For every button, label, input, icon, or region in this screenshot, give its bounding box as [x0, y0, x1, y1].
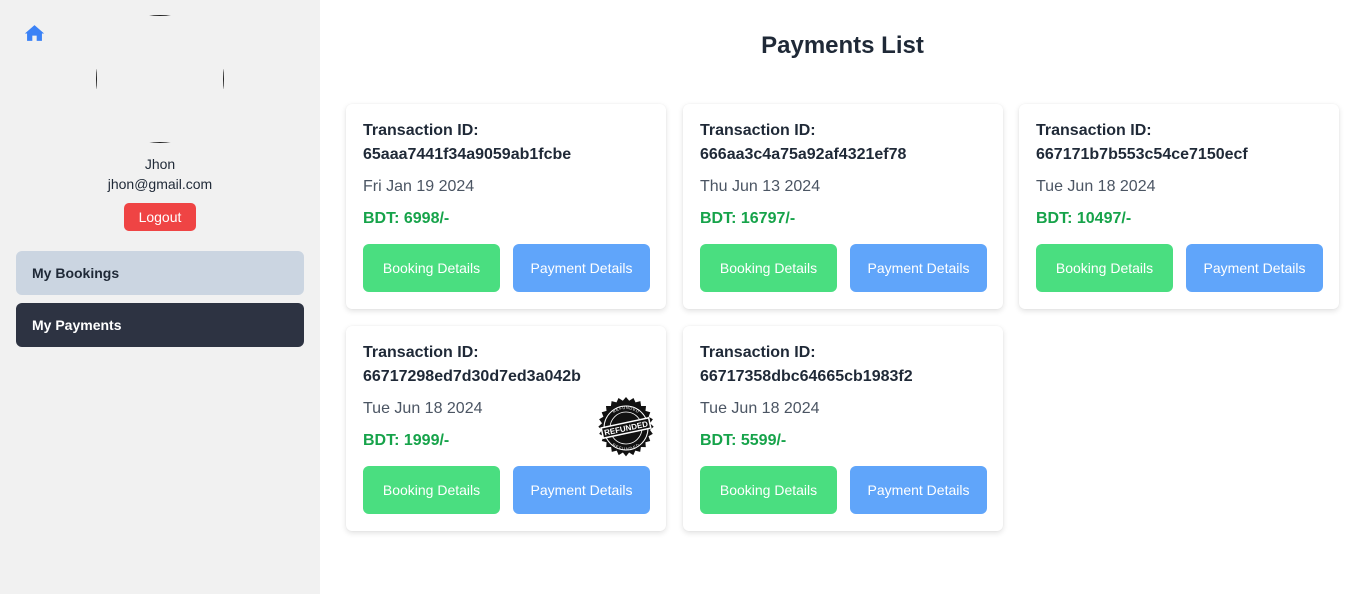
logout-button[interactable]: Logout: [124, 203, 196, 231]
payment-date: Thu Jun 13 2024: [700, 178, 821, 195]
user-name: Jhon: [144, 156, 176, 172]
transaction-id: 66717298ed7d30d7ed3a042b: [363, 368, 581, 385]
booking-details-button[interactable]: Booking Details: [1036, 244, 1173, 292]
payment-date: Tue Jun 18 2024: [700, 400, 820, 417]
transaction-id: 66717358dbc64665cb1983f2: [700, 368, 913, 385]
nav-item-my-bookings[interactable]: My Bookings: [16, 251, 304, 295]
booking-details-button[interactable]: Booking Details: [363, 466, 500, 514]
payment-details-button[interactable]: Payment Details: [513, 466, 650, 514]
booking-details-button[interactable]: Booking Details: [700, 466, 837, 514]
transaction-id: 666aa3c4a75a92af4321ef78: [700, 146, 907, 163]
home-icon[interactable]: [24, 24, 45, 42]
page-title: Payments List: [761, 32, 924, 59]
avatar: [96, 15, 224, 143]
booking-details-button[interactable]: Booking Details: [700, 244, 837, 292]
payment-details-button[interactable]: Payment Details: [513, 244, 650, 292]
booking-details-button[interactable]: Booking Details: [363, 244, 500, 292]
payment-card: Transaction ID: 667171b7b553c54ce7150ecf…: [1019, 104, 1339, 309]
user-email: jhon@gmail.com: [107, 176, 213, 192]
transaction-id: 65aaa7441f34a9059ab1fcbe: [363, 146, 572, 163]
transaction-id-label: Transaction ID:: [1036, 122, 1152, 139]
payment-date: Tue Jun 18 2024: [1036, 178, 1156, 195]
payment-details-button[interactable]: Payment Details: [850, 466, 987, 514]
payment-amount: BDT: 6998/-: [363, 210, 450, 227]
transaction-id-label: Transaction ID:: [363, 344, 479, 361]
payment-amount: BDT: 5599/-: [700, 432, 787, 449]
payment-card: Transaction ID: 66717358dbc64665cb1983f2…: [683, 326, 1003, 531]
payment-card: Transaction ID: 65aaa7441f34a9059ab1fcbe…: [346, 104, 666, 309]
payment-amount: BDT: 16797/-: [700, 210, 796, 227]
payment-card: Transaction ID: 66717298ed7d30d7ed3a042b…: [346, 326, 666, 531]
payment-details-button[interactable]: Payment Details: [850, 244, 987, 292]
transaction-id-label: Transaction ID:: [363, 122, 479, 139]
transaction-id-label: Transaction ID:: [700, 344, 816, 361]
payment-amount: BDT: 10497/-: [1036, 210, 1132, 227]
nav-item-my-payments[interactable]: My Payments: [16, 303, 304, 347]
transaction-id-label: Transaction ID:: [700, 122, 816, 139]
payment-date: Tue Jun 18 2024: [363, 400, 483, 417]
payment-details-button[interactable]: Payment Details: [1186, 244, 1323, 292]
sidebar: Jhon jhon@gmail.com Logout My Bookings M…: [0, 0, 320, 594]
refunded-stamp-icon: REFUNDED REFUNDED REFUNDED: [598, 397, 654, 457]
payment-card: Transaction ID: 666aa3c4a75a92af4321ef78…: [683, 104, 1003, 309]
payment-amount: BDT: 1999/-: [363, 432, 450, 449]
transaction-id: 667171b7b553c54ce7150ecf: [1036, 146, 1248, 163]
payment-date: Fri Jan 19 2024: [363, 178, 475, 195]
